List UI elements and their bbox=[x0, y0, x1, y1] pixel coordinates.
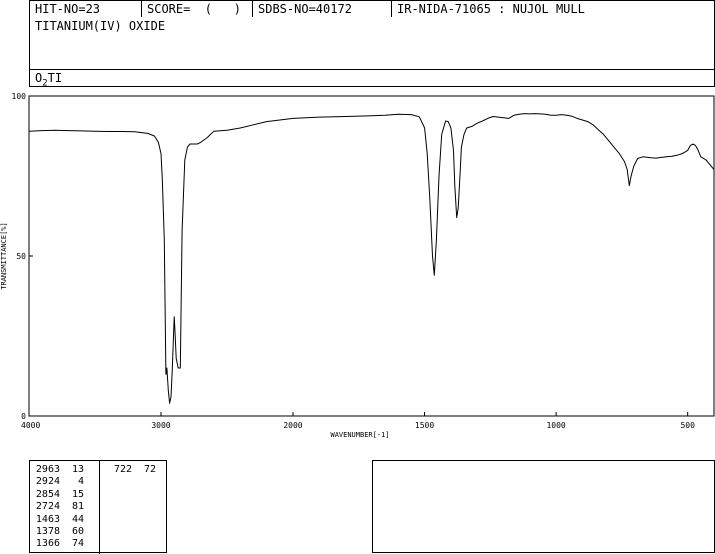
peak-wavenumber: 2963 bbox=[35, 464, 60, 475]
peak-row: 1366 74 bbox=[32, 538, 84, 550]
peak-transmittance: 4 bbox=[77, 476, 84, 488]
hit-no: HIT-NO=23 bbox=[35, 2, 101, 16]
y-tick-label: 0 bbox=[21, 412, 26, 421]
peak-list-right: 722 72 bbox=[104, 464, 156, 476]
peak-list-left: 2963 13 2924 4 2854 15 2724 81 1463 44 1378 60 1366 7… bbox=[32, 464, 84, 551]
score: SCORE= ( ) bbox=[141, 1, 252, 18]
peak-row: 2924 4 bbox=[32, 476, 84, 488]
ir-nida: IR-NIDA-71065 : NUJOL MULL bbox=[391, 1, 714, 18]
blank-info-box bbox=[372, 460, 715, 553]
x-tick-label: 3000 bbox=[151, 421, 170, 430]
peak-row: 1463 44 bbox=[32, 514, 84, 526]
compound-name-box: TITANIUM(IV) OXIDE bbox=[29, 17, 715, 70]
x-tick-label: 1500 bbox=[415, 421, 434, 430]
x-tick-label: 500 bbox=[680, 421, 695, 430]
sdbs-no: SDBS-NO=40172 bbox=[252, 1, 391, 18]
peak-wavenumber: 1378 bbox=[35, 526, 60, 538]
x-tick-label: 2000 bbox=[283, 421, 302, 430]
peak-table-divider bbox=[99, 461, 100, 554]
peak-transmittance: 13 bbox=[71, 464, 84, 475]
peak-wavenumber: 1366 bbox=[35, 538, 60, 550]
peak-row: 2854 15 bbox=[32, 489, 84, 501]
compound-name: TITANIUM(IV) OXIDE bbox=[35, 19, 166, 33]
x-axis-label: WAVENUMBER[-1] bbox=[330, 431, 389, 439]
peak-wavenumber: 2854 bbox=[35, 488, 60, 500]
y-axis-label: TRANSMITTANCE[%] bbox=[0, 222, 8, 289]
peak-row: 722 72 bbox=[104, 464, 156, 476]
y-tick-label: 100 bbox=[12, 92, 27, 101]
peak-row: 2963 13 bbox=[32, 464, 84, 476]
peak-transmittance: 72 bbox=[143, 464, 156, 475]
peak-row: 2724 81 bbox=[32, 501, 84, 513]
formula-box: O2TI bbox=[29, 69, 715, 89]
peak-table-box: 2963 13 2924 4 2854 15 2724 81 1463 44 1378 60 1366 7… bbox=[29, 460, 167, 554]
peak-wavenumber: 2924 bbox=[35, 476, 60, 488]
formula-text: O2TI bbox=[35, 71, 63, 89]
x-tick-label: 1000 bbox=[546, 421, 565, 430]
peak-transmittance: 44 bbox=[71, 513, 84, 525]
chart-series bbox=[28, 113, 715, 404]
peak-wavenumber: 2724 bbox=[35, 501, 60, 513]
ir-spectrum-chart: 4000 3000 2000 1500 1000 500 0 50 100 WAVENUMBER… bbox=[0, 92, 715, 439]
y-tick-label: 50 bbox=[16, 252, 26, 261]
peak-transmittance: 15 bbox=[71, 488, 84, 500]
spectrum-line bbox=[28, 113, 715, 404]
peak-row: 1378 60 bbox=[32, 526, 84, 538]
chart-ticks: 4000 3000 2000 1500 1000 500 0 50 100 bbox=[12, 92, 696, 430]
x-tick-label: 4000 bbox=[21, 421, 40, 430]
peak-transmittance: 74 bbox=[71, 538, 84, 550]
formula: O2TI bbox=[30, 70, 63, 89]
peak-wavenumber: 722 bbox=[113, 464, 132, 475]
header-row: HIT-NO=23 SCORE= ( ) SDBS-NO=40172 IR-NI… bbox=[29, 0, 715, 18]
peak-transmittance: 81 bbox=[71, 501, 84, 513]
peak-transmittance: 60 bbox=[71, 526, 84, 538]
peak-wavenumber: 1463 bbox=[35, 513, 60, 525]
